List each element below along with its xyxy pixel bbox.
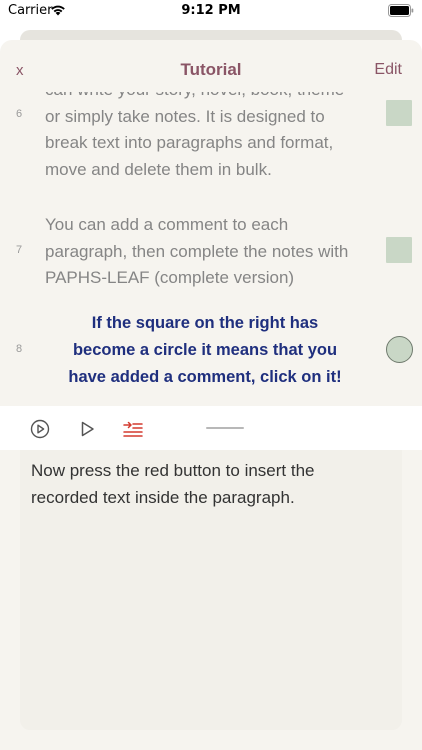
comment-square-indicator[interactable] — [386, 237, 412, 263]
drag-handle[interactable] — [206, 427, 244, 429]
status-time: 9:12 PM — [181, 3, 241, 18]
paragraph-text[interactable]: You can add a comment to each paragraph,… — [45, 212, 365, 292]
status-bar: Carrier 9:12 PM — [0, 0, 422, 24]
paragraph-number: 6 — [16, 108, 23, 120]
paragraph-list[interactable]: 6 can write your story, novel, book, the… — [0, 92, 422, 404]
tutorial-sheet: x Tutorial Edit 6 can write your story, … — [0, 40, 422, 750]
paragraph-row[interactable]: 6 can write your story, novel, book, the… — [0, 92, 422, 187]
page-title: Tutorial — [180, 60, 242, 79]
comment-circle-indicator[interactable] — [386, 336, 413, 363]
paragraph-row[interactable]: 8 If the square on the right has become … — [0, 308, 422, 392]
paragraph-number: 7 — [16, 244, 23, 256]
paragraph-number: 8 — [16, 343, 23, 355]
paragraph-text[interactable]: can write your story, novel, book, theme… — [45, 92, 365, 183]
comment-note-text[interactable]: Now press the red button to insert the r… — [31, 457, 371, 511]
play-circle-icon[interactable] — [29, 418, 51, 440]
paragraph-row[interactable]: 7 You can add a comment to each paragrap… — [0, 212, 422, 294]
paragraph-text[interactable]: If the square on the right has become a … — [35, 310, 375, 391]
comment-note-area[interactable]: Now press the red button to insert the r… — [20, 450, 402, 730]
comment-square-indicator[interactable] — [386, 100, 412, 126]
edit-button[interactable]: Edit — [374, 61, 402, 79]
insert-text-icon[interactable] — [122, 418, 144, 440]
play-icon[interactable] — [76, 418, 98, 440]
nav-bar: x Tutorial Edit — [0, 40, 422, 96]
battery-icon — [388, 4, 414, 17]
recorder-toolbar — [0, 406, 422, 450]
